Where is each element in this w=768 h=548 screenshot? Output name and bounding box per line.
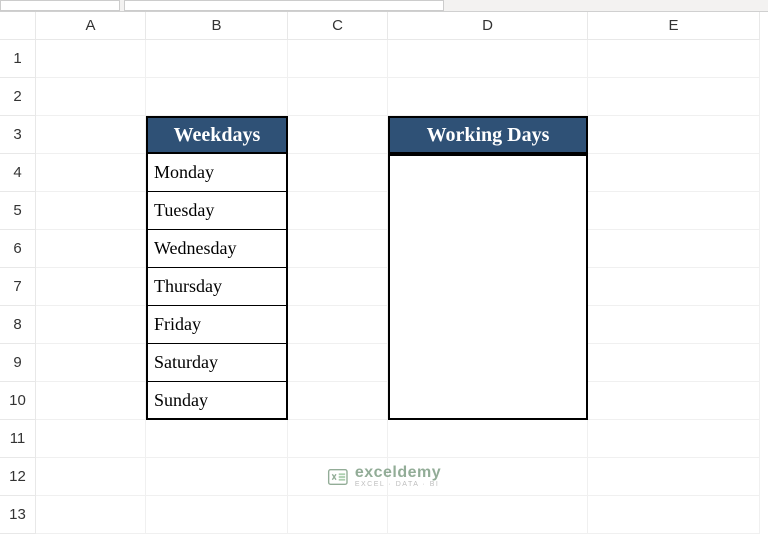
select-all-corner[interactable] <box>0 12 36 40</box>
cell-E3[interactable] <box>588 116 760 154</box>
cell-E11[interactable] <box>588 420 760 458</box>
row-header-3[interactable]: 3 <box>0 116 36 154</box>
col-header-A[interactable]: A <box>36 12 146 40</box>
cell-A7[interactable] <box>36 268 146 306</box>
cell-A12[interactable] <box>36 458 146 496</box>
row-header-2[interactable]: 2 <box>0 78 36 116</box>
cell-E12[interactable] <box>588 458 760 496</box>
cell-A9[interactable] <box>36 344 146 382</box>
name-box[interactable] <box>0 0 120 11</box>
cell-D13[interactable] <box>388 496 588 534</box>
weekday-item-4[interactable]: Thursday <box>146 268 288 306</box>
weekday-item-2[interactable]: Tuesday <box>146 192 288 230</box>
cell-E13[interactable] <box>588 496 760 534</box>
cell-C5[interactable] <box>288 192 388 230</box>
col-header-C[interactable]: C <box>288 12 388 40</box>
cell-C8[interactable] <box>288 306 388 344</box>
working-days-box-top[interactable] <box>388 154 588 192</box>
row-header-5[interactable]: 5 <box>0 192 36 230</box>
cell-E6[interactable] <box>588 230 760 268</box>
cell-C13[interactable] <box>288 496 388 534</box>
working-days-box-mid[interactable] <box>388 268 588 306</box>
cell-D1[interactable] <box>388 40 588 78</box>
exceldemy-logo-icon <box>327 466 349 488</box>
working-days-header[interactable]: Working Days <box>388 116 588 154</box>
cell-B2[interactable] <box>146 78 288 116</box>
cell-C9[interactable] <box>288 344 388 382</box>
working-days-box-bottom[interactable] <box>388 382 588 420</box>
cell-A10[interactable] <box>36 382 146 420</box>
cell-B13[interactable] <box>146 496 288 534</box>
cell-C3[interactable] <box>288 116 388 154</box>
cell-E7[interactable] <box>588 268 760 306</box>
col-header-D[interactable]: D <box>388 12 588 40</box>
cell-E8[interactable] <box>588 306 760 344</box>
cell-E9[interactable] <box>588 344 760 382</box>
cell-E2[interactable] <box>588 78 760 116</box>
cell-C4[interactable] <box>288 154 388 192</box>
cell-A5[interactable] <box>36 192 146 230</box>
cell-A2[interactable] <box>36 78 146 116</box>
working-days-box-mid[interactable] <box>388 306 588 344</box>
col-header-B[interactable]: B <box>146 12 288 40</box>
cell-A13[interactable] <box>36 496 146 534</box>
working-days-box-mid[interactable] <box>388 344 588 382</box>
weekday-item-1[interactable]: Monday <box>146 154 288 192</box>
cell-B1[interactable] <box>146 40 288 78</box>
cell-C10[interactable] <box>288 382 388 420</box>
weekdays-header[interactable]: Weekdays <box>146 116 288 154</box>
watermark-text: exceldemy EXCEL · DATA · BI <box>355 465 441 488</box>
cell-A8[interactable] <box>36 306 146 344</box>
cell-B12[interactable] <box>146 458 288 496</box>
watermark-main: exceldemy <box>355 465 441 481</box>
row-header-7[interactable]: 7 <box>0 268 36 306</box>
cell-C7[interactable] <box>288 268 388 306</box>
cell-A11[interactable] <box>36 420 146 458</box>
cell-C2[interactable] <box>288 78 388 116</box>
cell-E4[interactable] <box>588 154 760 192</box>
working-days-box-mid[interactable] <box>388 230 588 268</box>
cell-C6[interactable] <box>288 230 388 268</box>
row-header-10[interactable]: 10 <box>0 382 36 420</box>
cell-E5[interactable] <box>588 192 760 230</box>
cell-A4[interactable] <box>36 154 146 192</box>
cell-A6[interactable] <box>36 230 146 268</box>
row-header-8[interactable]: 8 <box>0 306 36 344</box>
cell-A1[interactable] <box>36 40 146 78</box>
cell-E10[interactable] <box>588 382 760 420</box>
formula-input[interactable] <box>124 0 444 11</box>
row-header-4[interactable]: 4 <box>0 154 36 192</box>
watermark-sub: EXCEL · DATA · BI <box>355 481 441 488</box>
cell-C11[interactable] <box>288 420 388 458</box>
weekday-item-6[interactable]: Saturday <box>146 344 288 382</box>
cell-A3[interactable] <box>36 116 146 154</box>
cell-B11[interactable] <box>146 420 288 458</box>
row-header-12[interactable]: 12 <box>0 458 36 496</box>
weekday-item-3[interactable]: Wednesday <box>146 230 288 268</box>
row-header-6[interactable]: 6 <box>0 230 36 268</box>
cell-E1[interactable] <box>588 40 760 78</box>
weekday-item-5[interactable]: Friday <box>146 306 288 344</box>
row-header-11[interactable]: 11 <box>0 420 36 458</box>
cell-D2[interactable] <box>388 78 588 116</box>
row-header-9[interactable]: 9 <box>0 344 36 382</box>
row-header-13[interactable]: 13 <box>0 496 36 534</box>
weekday-item-7[interactable]: Sunday <box>146 382 288 420</box>
cell-C1[interactable] <box>288 40 388 78</box>
formula-bar-remnant <box>0 0 768 12</box>
col-header-E[interactable]: E <box>588 12 760 40</box>
cell-D11[interactable] <box>388 420 588 458</box>
watermark: exceldemy EXCEL · DATA · BI <box>327 465 441 488</box>
row-header-1[interactable]: 1 <box>0 40 36 78</box>
working-days-box-mid[interactable] <box>388 192 588 230</box>
spreadsheet-grid[interactable]: A B C D E 1 2 3 Weekdays Working Days 4 … <box>0 12 768 534</box>
